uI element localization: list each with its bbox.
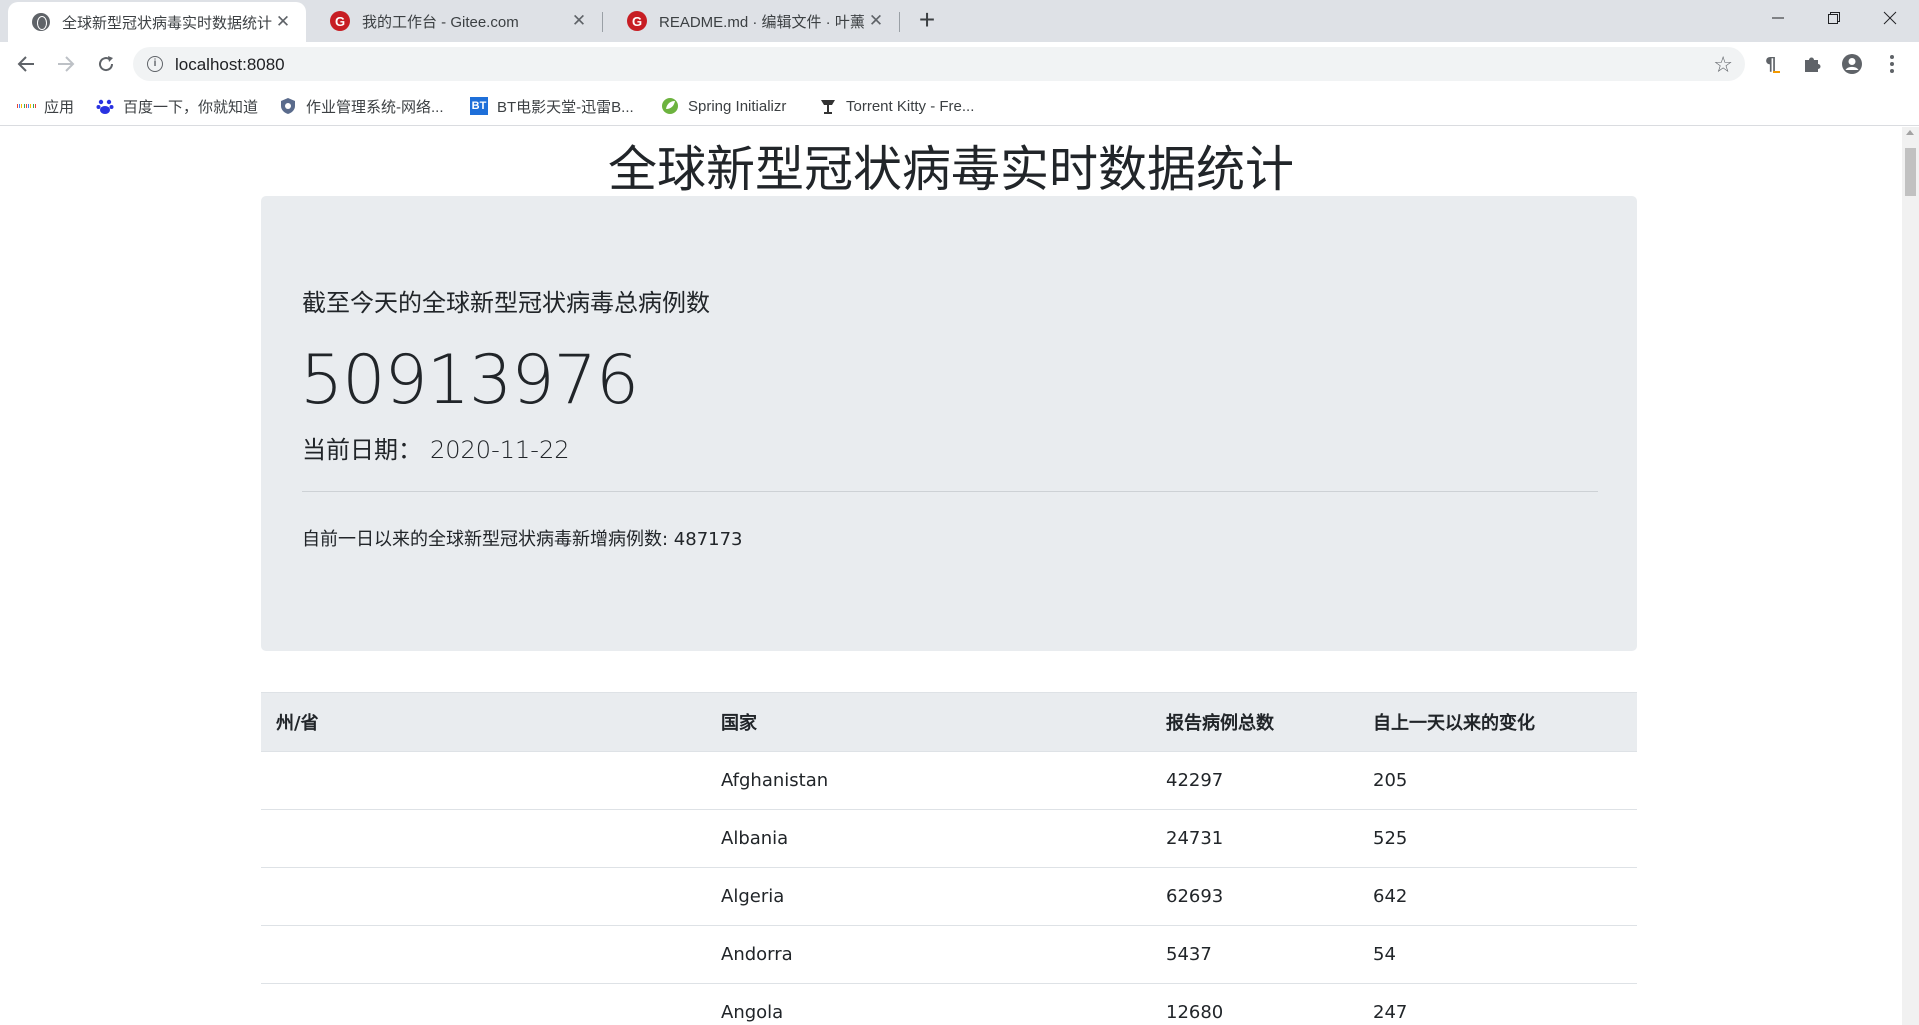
address-url[interactable]: localhost:8080 (175, 55, 285, 75)
cell-country: Angola (706, 983, 1151, 1025)
extensions-puzzle-icon[interactable] (1797, 49, 1827, 79)
cell-country: Albania (706, 809, 1151, 868)
cell-change: 247 (1358, 983, 1637, 1025)
cell-state (261, 809, 706, 868)
table-row: Afghanistan 42297 205 (261, 751, 1637, 810)
torrent-kitty-icon (819, 97, 837, 115)
summary-jumbotron: 截至今天的全球新型冠状病毒总病例数 50913976 当前日期： 2020-11-… (261, 196, 1637, 651)
globe-icon (32, 13, 50, 31)
bookmark-label: 百度一下，你就知道 (123, 98, 259, 116)
profile-avatar-icon[interactable] (1837, 49, 1867, 79)
header-country: 国家 (706, 692, 1151, 752)
date-label: 当前日期： (302, 436, 422, 464)
total-cases-number: 50913976 (300, 341, 639, 420)
close-icon (1883, 11, 1897, 25)
tab-gitee-workbench[interactable]: G 我的工作台 - Gitee.com ✕ (306, 0, 602, 42)
close-icon[interactable]: ✕ (570, 11, 588, 30)
gitee-icon: G (627, 11, 647, 31)
bookmark-label: 应用 (44, 98, 75, 116)
table-row: Andorra 5437 54 (261, 925, 1637, 984)
bookmark-spring-initializr[interactable]: Spring Initializr (661, 94, 786, 118)
cell-country: Afghanistan (706, 751, 1151, 810)
extension-pilcrow-icon[interactable]: ¶ (1757, 49, 1787, 79)
shield-icon (279, 97, 297, 115)
tab-title: 我的工作台 - Gitee.com (362, 13, 519, 31)
new-cases-text: 自前一日以来的全球新型冠状病毒新增病例数: 487173 (302, 529, 743, 550)
table-row: Albania 24731 525 (261, 809, 1637, 868)
bookmark-torrent-kitty[interactable]: Torrent Kitty - Fre... (819, 94, 974, 118)
header-change: 自上一天以来的变化 (1358, 692, 1637, 752)
current-date: 当前日期： 2020-11-22 (302, 430, 569, 465)
cell-change: 54 (1358, 925, 1637, 984)
header-total-cases: 报告病例总数 (1151, 692, 1358, 752)
spring-leaf-icon (661, 97, 679, 115)
address-bar[interactable]: i localhost:8080 ☆ (133, 47, 1745, 81)
reload-icon (99, 56, 114, 72)
divider (302, 491, 1598, 492)
bookmark-homework-system[interactable]: 作业管理系统-网络... (279, 94, 444, 118)
tab-separator (899, 12, 900, 32)
table-header-row: 州/省 国家 报告病例总数 自上一天以来的变化 (261, 692, 1637, 752)
gitee-icon: G (330, 11, 350, 31)
menu-kebab-icon[interactable] (1877, 49, 1907, 79)
bt-icon: BT (470, 97, 488, 115)
cell-total: 12680 (1151, 983, 1358, 1025)
info-icon[interactable]: i (147, 56, 163, 72)
cell-country: Andorra (706, 925, 1151, 984)
page-viewport: 全球新型冠状病毒实时数据统计 截至今天的全球新型冠状病毒总病例数 5091397… (0, 127, 1919, 1025)
cell-total: 24731 (1151, 809, 1358, 868)
cell-change: 205 (1358, 751, 1637, 810)
bookmark-baidu[interactable]: 百度一下，你就知道 (96, 94, 258, 118)
cell-total: 42297 (1151, 751, 1358, 810)
cell-state (261, 983, 706, 1025)
cell-state (261, 751, 706, 810)
forward-button[interactable] (50, 48, 82, 80)
tab-title: 全球新型冠状病毒实时数据统计 (62, 14, 273, 32)
tab-strip: 全球新型冠状病毒实时数据统计 ✕ G 我的工作台 - Gitee.com ✕ G… (0, 0, 1919, 42)
forward-arrow-icon (58, 56, 75, 72)
new-tab-button[interactable]: + (912, 6, 942, 36)
table-row: Algeria 62693 642 (261, 867, 1637, 926)
cases-table: 州/省 国家 报告病例总数 自上一天以来的变化 Afghanistan 4229… (261, 692, 1637, 1025)
bookmark-star-icon[interactable]: ☆ (1713, 52, 1733, 78)
bookmark-apps[interactable]: 应用 (17, 94, 74, 118)
bookmarks-bar: 应用 百度一下，你就知道 作业管理系统-网络... BT BT电影天堂-迅雷B.… (0, 86, 1919, 126)
minimize-icon (1772, 17, 1784, 19)
tab-title: README.md · 编辑文件 · 叶薰 (659, 13, 865, 31)
scroll-up-arrow-icon[interactable] (1906, 130, 1914, 135)
bookmark-label: 作业管理系统-网络... (306, 98, 444, 116)
reload-button[interactable] (90, 48, 122, 80)
table-row: Angola 12680 247 (261, 983, 1637, 1025)
tab-gitee-readme[interactable]: G README.md · 编辑文件 · 叶薰 ✕ (603, 0, 899, 42)
cell-state (261, 925, 706, 984)
bookmark-label: BT电影天堂-迅雷B... (497, 98, 634, 116)
baidu-paw-icon (96, 97, 114, 115)
close-icon[interactable]: ✕ (867, 11, 885, 30)
back-button[interactable] (10, 48, 42, 80)
apps-grid-icon (17, 97, 35, 115)
total-cases-lead: 截至今天的全球新型冠状病毒总病例数 (302, 289, 710, 317)
restore-icon (1828, 12, 1840, 24)
scrollbar-thumb[interactable] (1905, 148, 1916, 196)
bookmark-label: Spring Initializr (688, 97, 787, 115)
cell-total: 5437 (1151, 925, 1358, 984)
close-icon[interactable]: ✕ (274, 12, 292, 31)
vertical-scrollbar[interactable] (1902, 127, 1919, 1025)
cell-country: Algeria (706, 867, 1151, 926)
date-value: 2020-11-22 (430, 436, 570, 464)
cell-state (261, 867, 706, 926)
bookmark-label: Torrent Kitty - Fre... (846, 97, 975, 115)
cell-change: 642 (1358, 867, 1637, 926)
header-state: 州/省 (261, 692, 706, 752)
page-title: 全球新型冠状病毒实时数据统计 (607, 141, 1294, 198)
cell-change: 525 (1358, 809, 1637, 868)
bookmark-bt-movie[interactable]: BT BT电影天堂-迅雷B... (470, 94, 634, 118)
browser-toolbar: i localhost:8080 ☆ ¶ (0, 42, 1919, 86)
back-arrow-icon (17, 56, 34, 72)
cell-total: 62693 (1151, 867, 1358, 926)
close-window-button[interactable] (1862, 0, 1918, 36)
restore-button[interactable] (1806, 0, 1862, 36)
minimize-button[interactable] (1750, 0, 1806, 36)
tab-covid-stats[interactable]: 全球新型冠状病毒实时数据统计 ✕ (8, 2, 306, 42)
